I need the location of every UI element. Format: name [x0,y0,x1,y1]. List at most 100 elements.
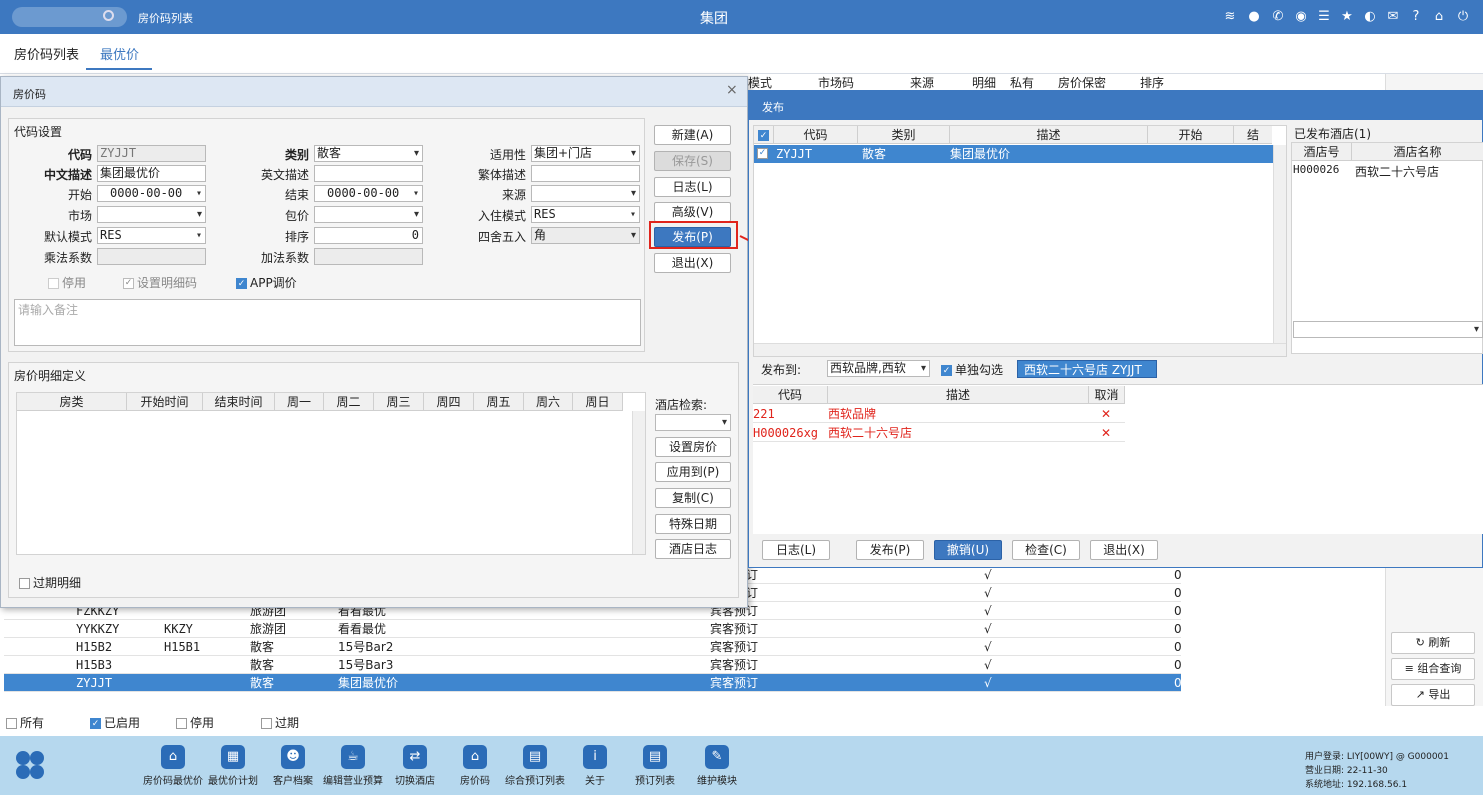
pub-vscrollbar[interactable] [1273,145,1286,343]
end-date-picker[interactable]: 0000-00-00 [314,185,423,202]
detail-col-fri[interactable]: 周五 [474,393,524,411]
type-select[interactable]: 散客 [314,145,423,162]
close-icon[interactable]: × [726,82,738,98]
pub-col-code[interactable]: 代码 [774,126,858,144]
detail-col-sat[interactable]: 周六 [524,393,573,411]
sel-row-cancel-icon[interactable]: ✕ [1101,424,1111,442]
log-button[interactable]: 日志(L) [654,177,731,197]
pub-col-end[interactable]: 结 [1234,126,1272,144]
filter-expired[interactable]: 过期 [261,714,299,731]
refresh-button[interactable]: ↻ 刷新 [1391,632,1475,654]
star-icon[interactable]: ★ [1339,9,1355,25]
filter-enabled[interactable]: ✓ 已启用 [90,714,140,731]
detail-col-mon[interactable]: 周一 [275,393,324,411]
pub-code-row-selected[interactable]: ✓ ZYJJT 散客 集团最优价 [754,145,1273,163]
sel-col-code[interactable]: 代码 [753,386,828,404]
pub-revoke-button[interactable]: 撤销(U) [934,540,1002,560]
code-field[interactable]: ZYJJT [97,145,206,162]
add-factor-field[interactable] [314,248,423,265]
app-price-check[interactable]: ✓ APP调价 [236,274,297,291]
sel-col-desc[interactable]: 描述 [828,386,1089,404]
select-all-checkbox[interactable]: ✓ [758,130,769,141]
wifi-icon[interactable]: ≋ [1222,9,1238,25]
chat-icon[interactable]: ● [1246,9,1262,25]
disabled-checkbox[interactable] [48,278,59,289]
tab-rate-code-list[interactable]: 房价码列表 [14,44,79,63]
disabled-check[interactable]: 停用 [48,274,86,291]
detail-col-end[interactable]: 结束时间 [203,393,275,411]
power-icon[interactable]: ⏻ [1455,9,1471,25]
apply-to-button[interactable]: 应用到(P) [655,462,731,482]
app-price-checkbox[interactable]: ✓ [236,278,247,289]
pub-log-button[interactable]: 日志(L) [762,540,830,560]
sel-row[interactable]: H000026xg 西软二十六号店 ✕ [753,424,1125,442]
sel-col-cancel[interactable]: 取消 [1089,386,1125,404]
filter-all[interactable]: 所有 [6,714,44,731]
hotel-row-no[interactable]: H000026 [1293,163,1339,176]
single-select-checkbox[interactable]: ✓ [941,365,952,376]
single-select-check[interactable]: ✓ 单独勾选 [941,361,1003,378]
pub-col-type[interactable]: 类别 [858,126,950,144]
set-rate-button[interactable]: 设置房价 [655,437,731,457]
checkin-mode-select[interactable]: RES [531,206,640,223]
detail-col-thu[interactable]: 周四 [424,393,474,411]
help-icon[interactable]: ? [1408,9,1424,25]
hotel-search-select[interactable] [655,414,731,431]
palette-icon[interactable]: ◉ [1293,9,1309,25]
detail-scrollbar[interactable] [632,411,645,554]
start-date-picker[interactable]: 0000-00-00 [97,185,206,202]
rounding-select[interactable]: 角 [531,227,640,244]
taskbar-reservation-list[interactable]: ▤ 预订列表 [620,745,690,787]
hotel-col-no[interactable]: 酒店号 [1292,143,1352,161]
filter-enabled-checkbox[interactable]: ✓ [90,718,101,729]
pub-col-desc[interactable]: 描述 [950,126,1148,144]
detail-code-check[interactable]: ✓ 设置明细码 [123,274,197,291]
detail-code-checkbox[interactable]: ✓ [123,278,134,289]
publish-to-select[interactable]: 西软品牌,西软 [827,360,930,377]
detail-col-tue[interactable]: 周二 [324,393,374,411]
pub-row-checkbox[interactable]: ✓ [757,148,768,159]
package-select[interactable] [314,206,423,223]
default-mode-select[interactable]: RES [97,227,206,244]
expired-detail-checkbox[interactable] [19,578,30,589]
publish-button[interactable]: 发布(P) [654,227,731,247]
remark-textarea[interactable]: 请输入备注 [14,299,641,346]
copy-button[interactable]: 复制(C) [655,488,731,508]
search-icon[interactable] [103,10,114,21]
table-row-selected[interactable]: ZYJJT 散客 集团最优价 宾客预订 √ 0 [4,674,1182,692]
pub-check-button[interactable]: 检查(C) [1012,540,1080,560]
en-desc-field[interactable] [314,165,423,182]
pub-exit-button[interactable]: 退出(X) [1090,540,1158,560]
advanced-button[interactable]: 高级(V) [654,202,731,222]
table-row[interactable]: H15B3 散客 15号Bar3 宾客预订 √ 0 [4,656,1182,674]
detail-col-sun[interactable]: 周日 [573,393,623,411]
exit-button[interactable]: 退出(X) [654,253,731,273]
sort-field[interactable]: 0 [314,227,423,244]
filter-expired-checkbox[interactable] [261,718,272,729]
mail-icon[interactable]: ✉ [1385,9,1401,25]
market-select[interactable] [97,206,206,223]
cn-desc-field[interactable]: 集团最优价 [97,165,206,182]
applicability-select[interactable]: 集团+门店 [531,145,640,162]
mult-factor-field[interactable] [97,248,206,265]
pub-hscrollbar[interactable] [754,343,1286,356]
table-row[interactable]: H15B2 H15B1 散客 15号Bar2 宾客预订 √ 0 [4,638,1182,656]
hotel-row-name[interactable]: 西软二十六号店 [1355,163,1439,180]
detail-col-wed[interactable]: 周三 [374,393,424,411]
selected-hotel-tag[interactable]: 西软二十六号店 ZYJJT [1017,360,1157,378]
pub-col-start[interactable]: 开始 [1148,126,1234,144]
special-date-button[interactable]: 特殊日期 [655,514,731,534]
save-button[interactable]: 保存(S) [654,151,731,171]
filter-all-checkbox[interactable] [6,718,17,729]
theme-icon[interactable]: ◐ [1362,9,1378,25]
new-button[interactable]: 新建(A) [654,125,731,145]
sel-row[interactable]: 221 西软品牌 ✕ [753,405,1125,423]
taskbar-maintenance[interactable]: ✎ 维护模块 [682,745,752,787]
detail-col-start[interactable]: 开始时间 [127,393,203,411]
hotel-filter-select[interactable] [1293,321,1483,338]
select-all-header[interactable]: ✓ [754,126,774,144]
detail-col-room[interactable]: 房类 [17,393,127,411]
taskbar-edit-budget[interactable]: ☕ 编辑营业预算 [318,745,388,787]
menu-icon[interactable]: ☰ [1316,9,1332,25]
pub-publish-button[interactable]: 发布(P) [856,540,924,560]
